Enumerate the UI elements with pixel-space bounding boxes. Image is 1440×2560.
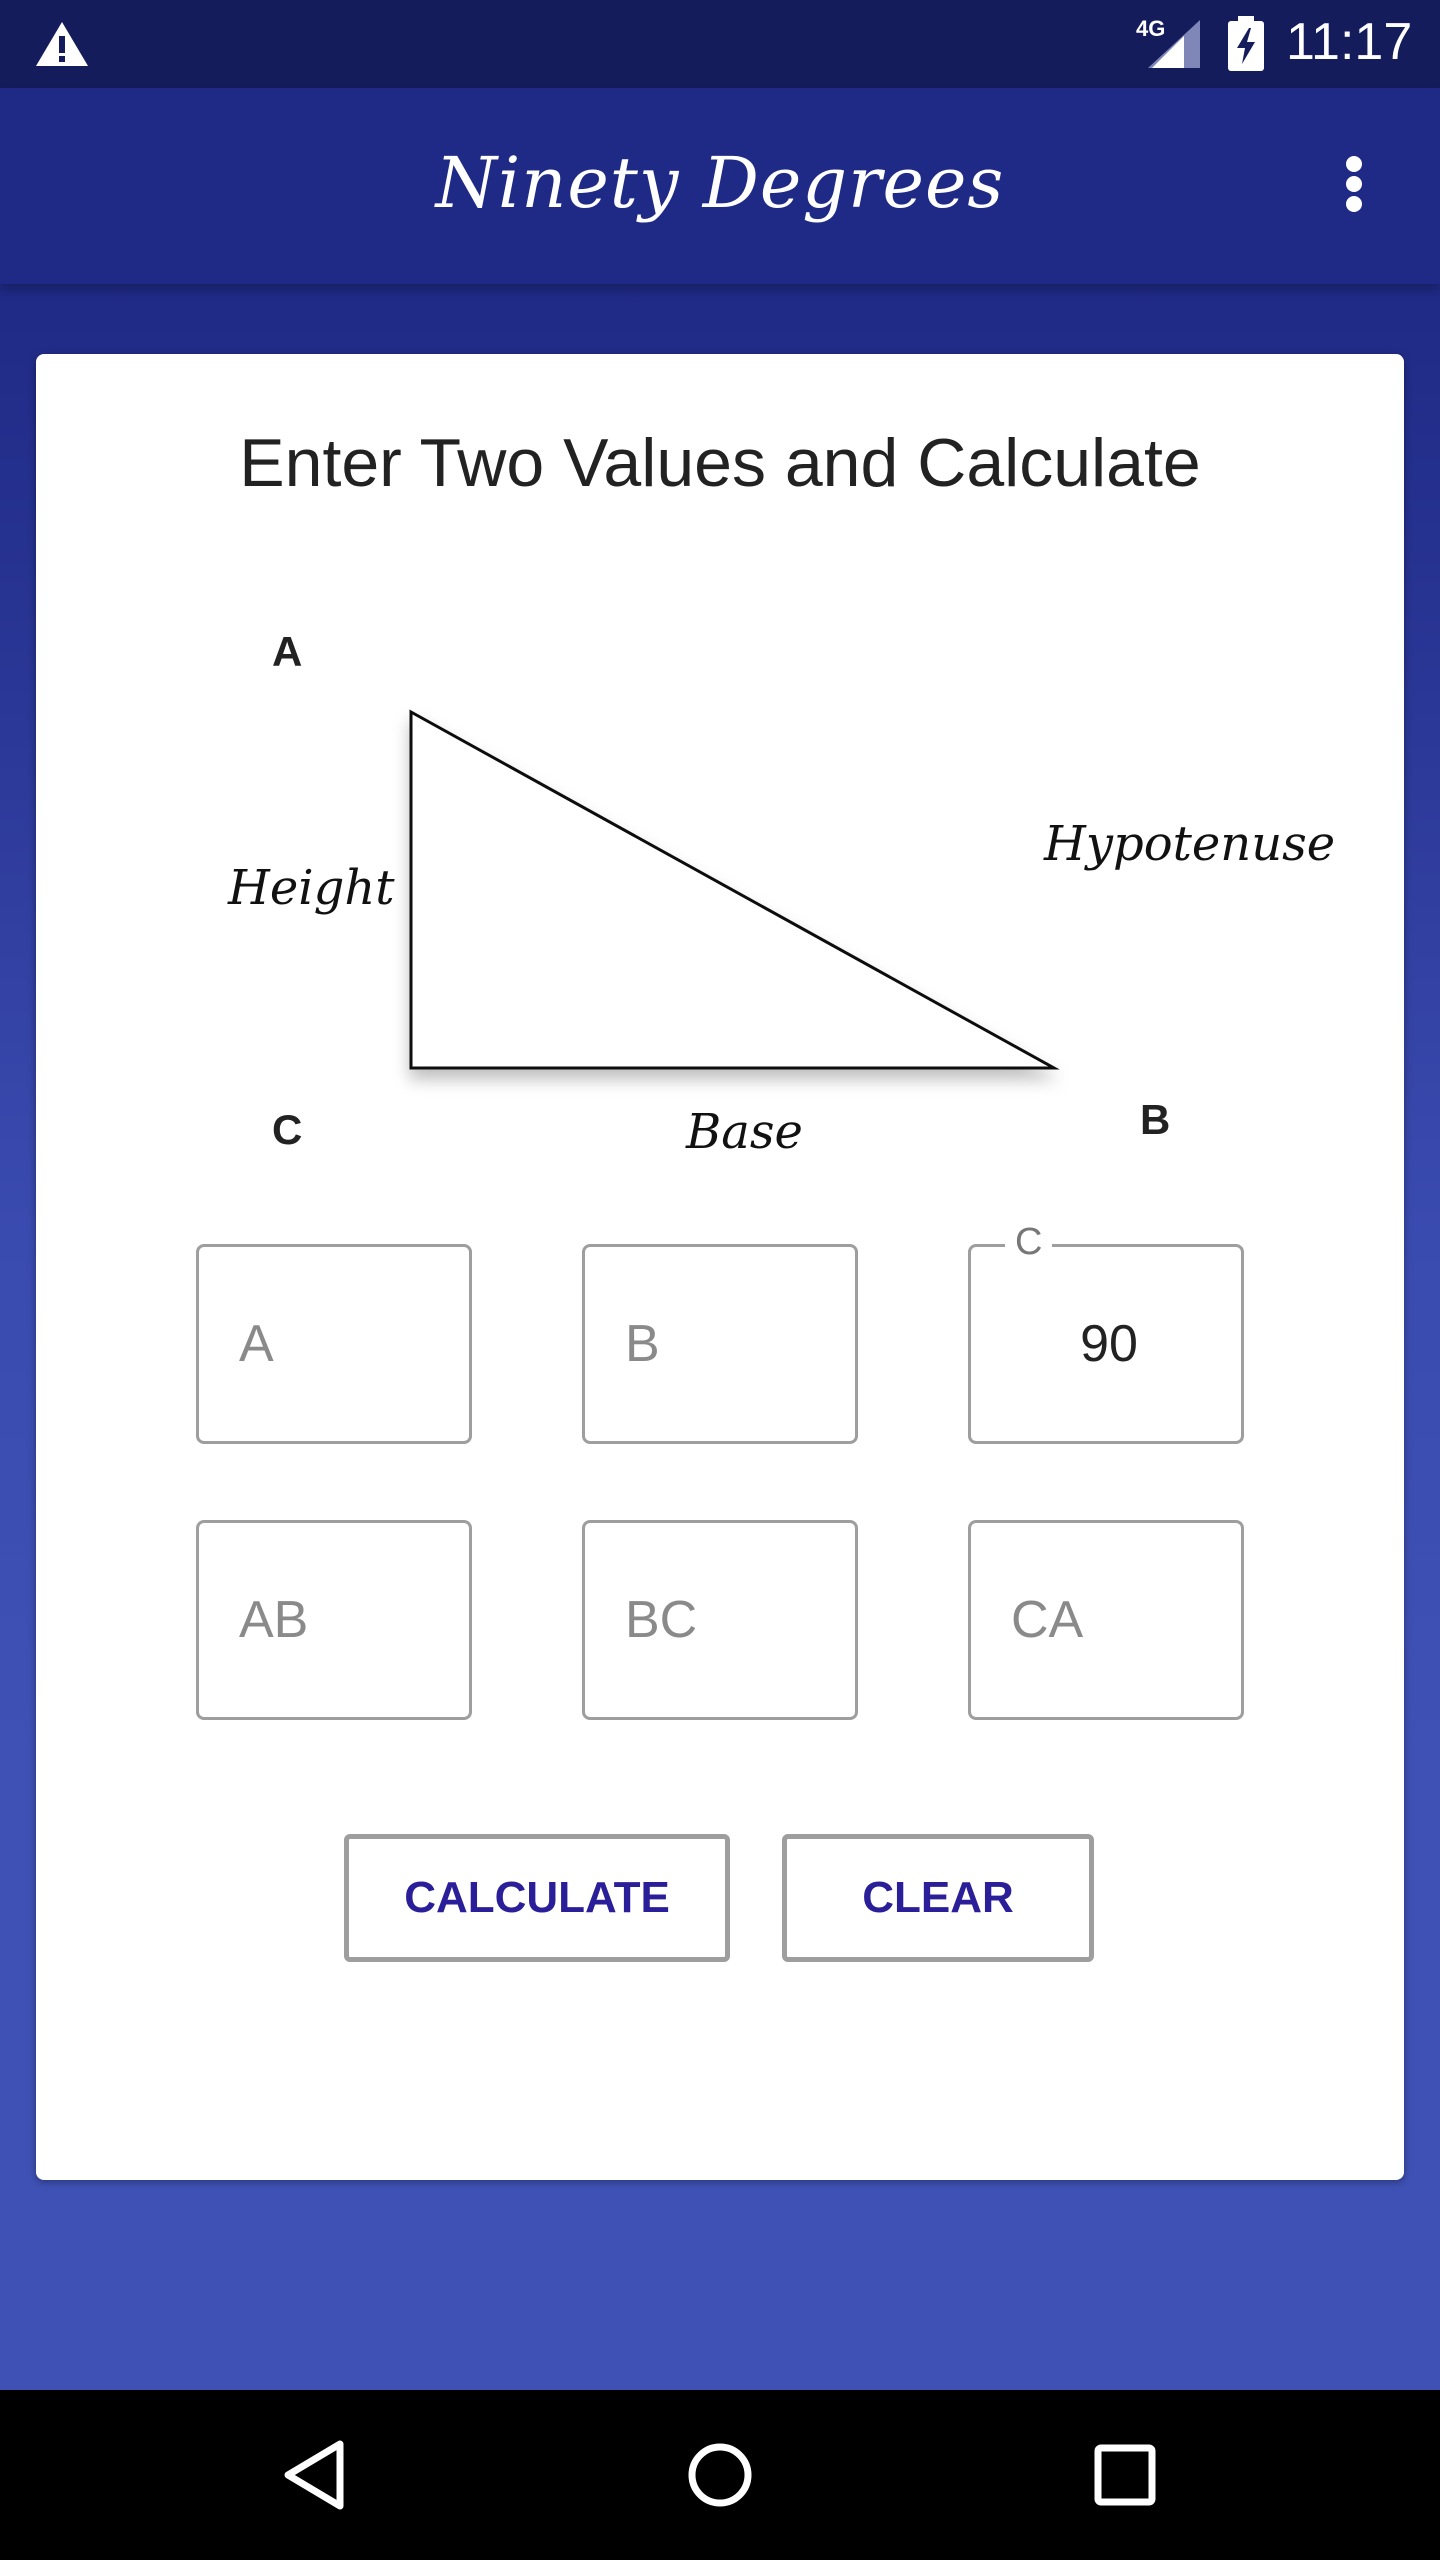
height-label: Height bbox=[228, 860, 395, 916]
app-title: Ninety Degrees bbox=[435, 142, 1005, 224]
side-ca-input[interactable] bbox=[1011, 1585, 1211, 1655]
recents-icon[interactable] bbox=[1080, 2430, 1170, 2520]
calculator-card: Enter Two Values and Calculate A C B Hei… bbox=[36, 354, 1404, 2180]
status-bar: 4G 11:17 bbox=[0, 0, 1440, 88]
corner-b-label: B bbox=[1140, 1096, 1171, 1143]
side-ab-input[interactable] bbox=[239, 1585, 439, 1655]
battery-charging-icon bbox=[1228, 16, 1264, 71]
angle-b-field[interactable] bbox=[582, 1244, 858, 1444]
warning-icon bbox=[36, 22, 88, 66]
side-ab-field[interactable] bbox=[196, 1520, 472, 1720]
signal-icon bbox=[1148, 20, 1200, 68]
angle-a-field[interactable] bbox=[196, 1244, 472, 1444]
more-vert-icon[interactable] bbox=[1330, 152, 1378, 216]
back-icon[interactable] bbox=[270, 2430, 360, 2520]
corner-a-label: A bbox=[272, 628, 303, 675]
angle-a-input[interactable] bbox=[239, 1309, 439, 1379]
corner-c-label: C bbox=[272, 1106, 303, 1153]
hypotenuse-label: Hypotenuse bbox=[1044, 816, 1336, 872]
side-bc-field[interactable] bbox=[582, 1520, 858, 1720]
side-bc-input[interactable] bbox=[625, 1585, 825, 1655]
triangle-diagram: A C B Height Base Hypotenuse bbox=[36, 354, 1404, 1254]
angle-c-field[interactable]: C bbox=[968, 1221, 1244, 1444]
home-icon[interactable] bbox=[675, 2430, 765, 2520]
navigation-bar bbox=[0, 2390, 1440, 2560]
angle-b-input[interactable] bbox=[625, 1309, 825, 1379]
side-ca-field[interactable] bbox=[968, 1520, 1244, 1720]
app-bar: Ninety Degrees bbox=[0, 88, 1440, 284]
base-label: Base bbox=[686, 1104, 803, 1160]
angle-c-input[interactable] bbox=[1009, 1309, 1209, 1379]
calculate-button[interactable]: CALCULATE bbox=[344, 1834, 730, 1962]
clear-button[interactable]: CLEAR bbox=[782, 1834, 1094, 1962]
angle-c-label: C bbox=[1005, 1221, 1053, 1264]
status-clock: 11:17 bbox=[1286, 13, 1413, 71]
